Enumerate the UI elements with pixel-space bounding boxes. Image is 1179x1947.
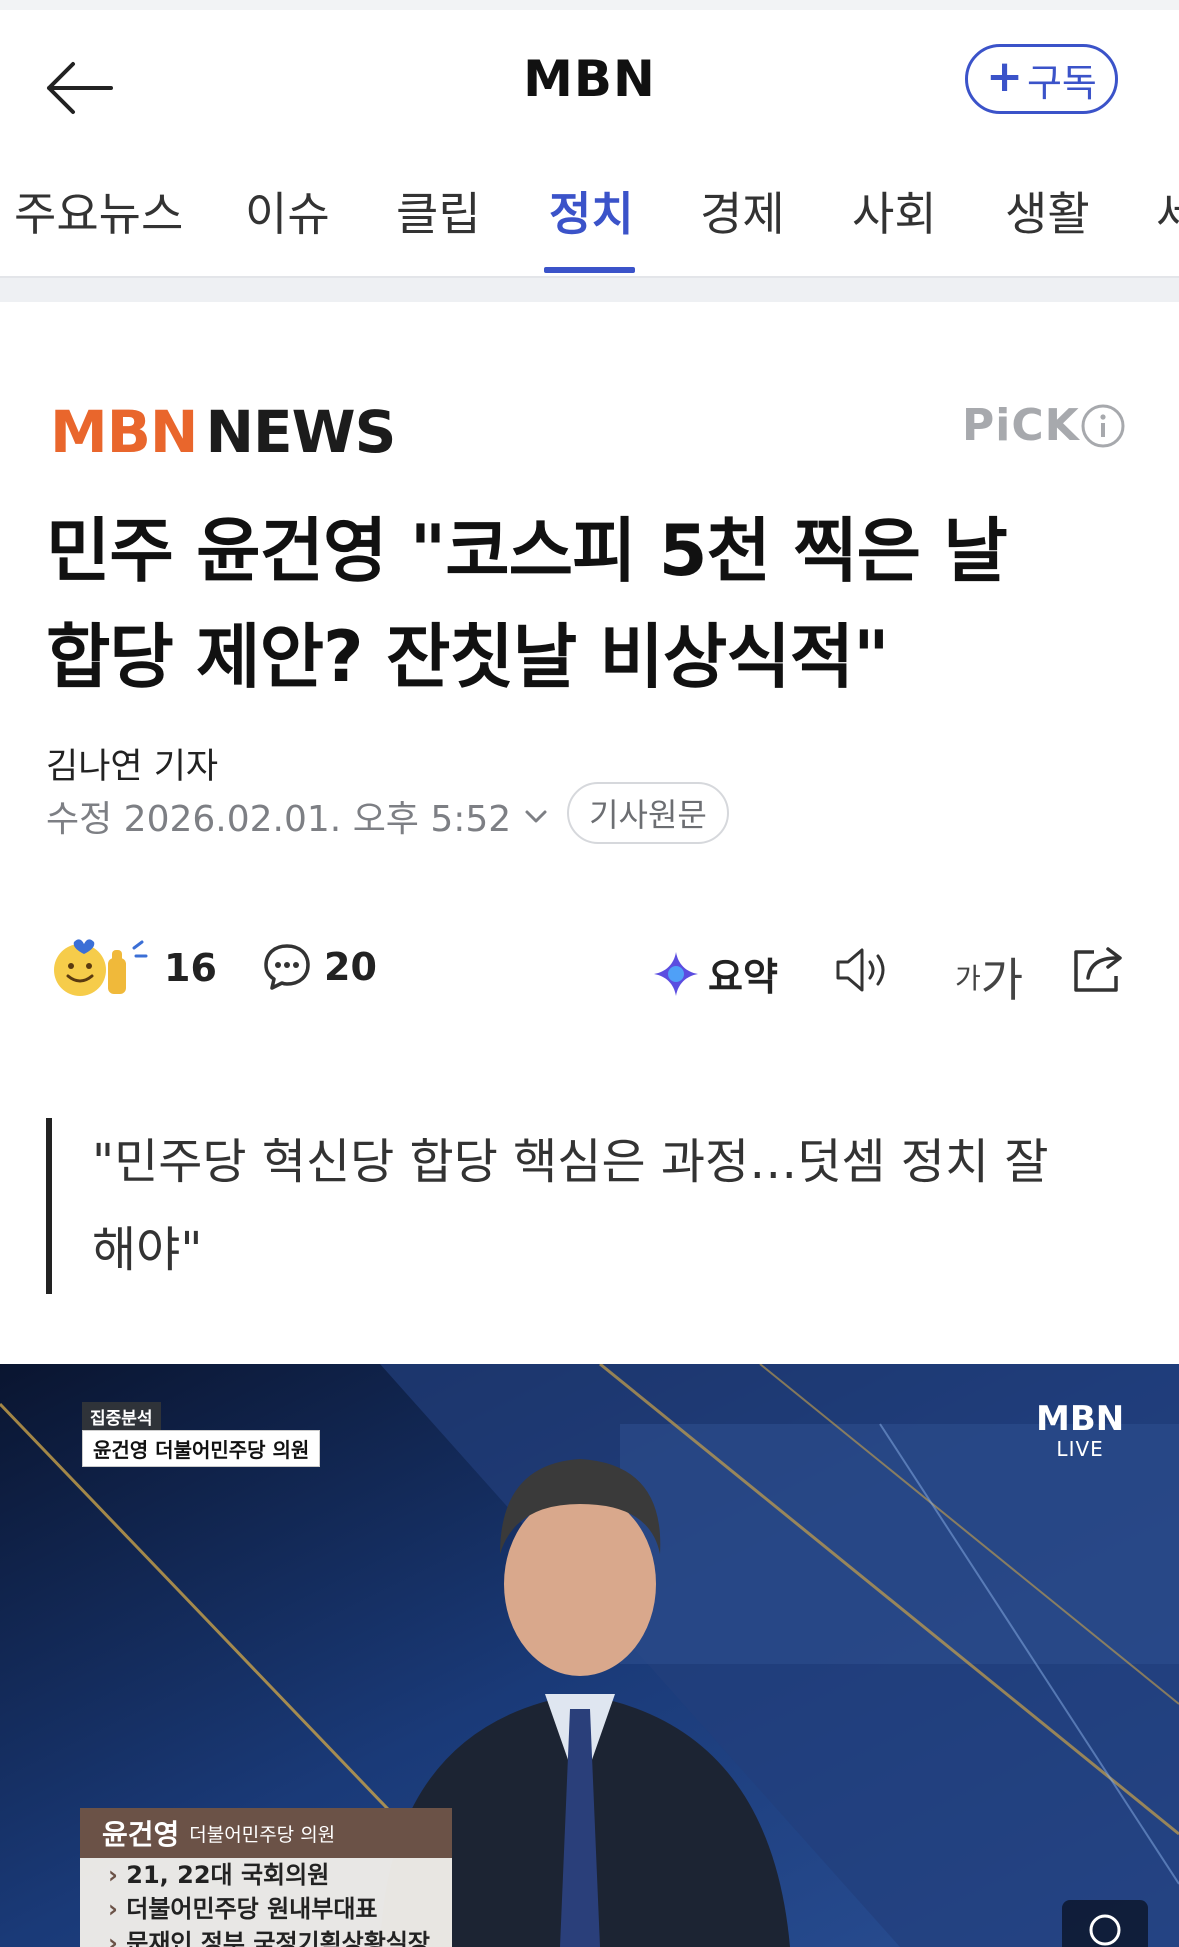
guest-career-item: 문재인 정부 국정기획상황실장: [80, 1926, 452, 1947]
speaker-icon: [836, 948, 885, 992]
status-strip: [0, 0, 1179, 10]
broadcast-caption: 윤건영 더불어민주당 의원: [82, 1430, 321, 1467]
article-action-bar: 16 20 요약 가 가: [0, 930, 1179, 1010]
mbn-live-logo: MBN LIVE: [1036, 1399, 1125, 1461]
text-to-speech-button[interactable]: [834, 944, 894, 996]
guest-name-card: 윤건영 더불어민주당 의원 21, 22대 국회의원 더불어민주당 원내부대표 …: [80, 1808, 452, 1947]
chevron-down-icon: [525, 810, 547, 823]
broadcast-tag: 집중분석: [82, 1402, 161, 1431]
font-size-large-glyph: 가: [980, 953, 1024, 1007]
reaction-emoji-icon: [54, 939, 148, 996]
pick-badge: PiCK: [962, 400, 1080, 451]
active-tab-indicator: [544, 267, 635, 273]
app-header: MBN + 구독: [0, 10, 1179, 150]
tab-clip[interactable]: 클립: [396, 178, 481, 244]
category-tabs: 주요뉴스 이슈 클립 정치 경제 사회 생활 세: [0, 168, 1179, 276]
reaction-button[interactable]: 16: [52, 938, 217, 998]
guest-career-item: 21, 22대 국회의원: [80, 1858, 452, 1892]
tab-economy[interactable]: 경제: [700, 178, 785, 244]
guest-name: 윤건영: [102, 1818, 180, 1851]
summary-label: 요약: [708, 955, 778, 999]
subscribe-button[interactable]: + 구독: [965, 44, 1118, 114]
guest-role: 더불어민주당 의원: [189, 1823, 336, 1846]
info-icon[interactable]: [1080, 403, 1126, 449]
font-size-button[interactable]: 가 가: [955, 944, 1023, 1010]
summary-button[interactable]: 요약: [652, 946, 778, 1001]
comment-count: 20: [324, 945, 377, 989]
expand-image-button[interactable]: [1062, 1900, 1148, 1947]
subscribe-label: 구독: [1026, 60, 1097, 105]
tab-issue[interactable]: 이슈: [245, 178, 330, 244]
magnify-icon: [1089, 1914, 1121, 1946]
tab-politics[interactable]: 정치: [549, 178, 634, 244]
section-divider: [0, 276, 1179, 302]
article-headline: 민주 윤건영 "코스피 5천 찍은 날 합당 제안? 잔칫날 비상식적": [46, 510, 1008, 698]
tab-life[interactable]: 생활: [1005, 178, 1090, 244]
font-size-small-glyph: 가: [955, 962, 981, 995]
comments-button[interactable]: 20: [262, 942, 377, 992]
article-date[interactable]: 수정 2026.02.01. 오후 5:52: [46, 790, 549, 842]
share-button[interactable]: [1070, 944, 1128, 996]
reaction-count: 16: [164, 946, 217, 990]
plus-icon: +: [986, 51, 1023, 102]
tab-main-news[interactable]: 주요뉴스: [14, 178, 183, 244]
share-icon: [1074, 947, 1122, 992]
press-logo[interactable]: MBN NEWS: [50, 398, 396, 466]
article-subheading: "민주당 혁신당 합당 핵심은 과정…덧셈 정치 잘 해야": [46, 1118, 1146, 1294]
ai-sparkle-icon: [654, 951, 698, 996]
original-article-button[interactable]: 기사원문: [567, 782, 729, 844]
comment-bubble-icon: [264, 944, 310, 990]
guest-career-item: 더불어민주당 원내부대표: [80, 1892, 452, 1926]
tab-society[interactable]: 사회: [852, 178, 937, 244]
reporter-name[interactable]: 김나연 기자: [46, 738, 218, 789]
tab-world[interactable]: 세: [1156, 178, 1179, 244]
